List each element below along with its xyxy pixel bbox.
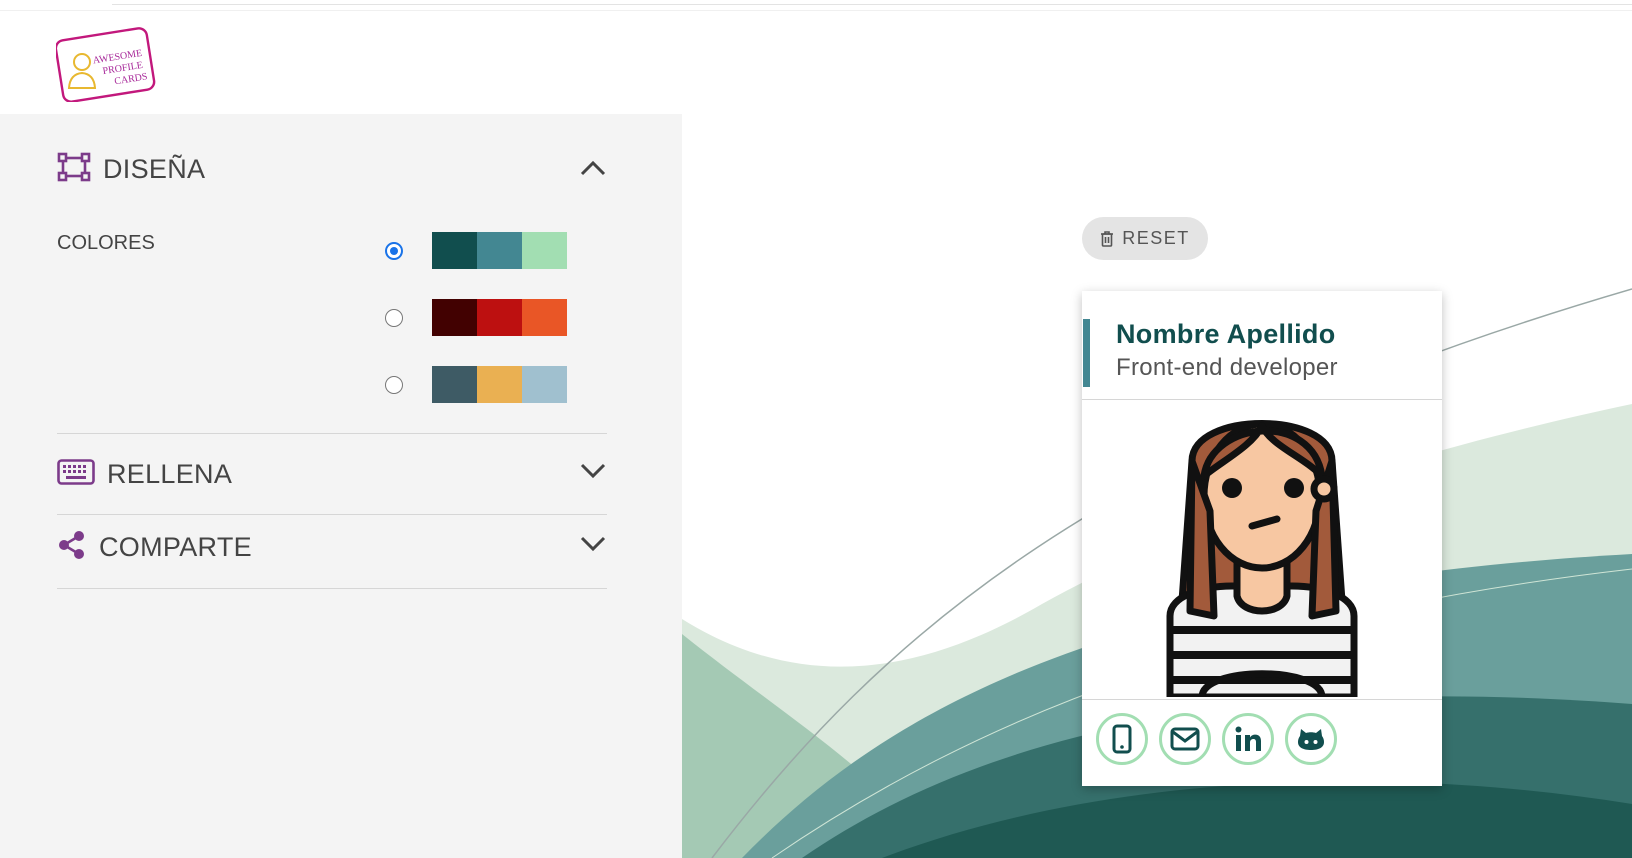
section-share-header[interactable]: COMPARTE [57,530,252,565]
social-links [1096,713,1348,765]
github-icon [1298,729,1324,750]
design-icon [57,152,91,187]
swatch [522,366,567,403]
github-button[interactable] [1285,713,1337,765]
section-fill-header[interactable]: RELLENA [57,459,232,490]
chevron-down-icon[interactable] [578,455,608,485]
card-divider [1082,699,1442,700]
swatch [522,232,567,269]
linkedin-icon [1235,726,1261,751]
section-design-header[interactable]: DISEÑA [57,152,205,187]
card-job: Front-end developer [1116,354,1338,381]
palette-option-1[interactable] [385,232,567,269]
card-accent-bar [1083,319,1090,387]
colors-label: COLORES [57,232,155,254]
palette-option-3[interactable] [385,366,567,403]
swatch [477,299,522,336]
section-share-title: COMPARTE [99,532,252,562]
trash-icon [1101,230,1114,247]
email-icon [1170,727,1200,751]
swatch [477,232,522,269]
palette-radio-2[interactable] [385,308,403,327]
card-name: Nombre Apellido [1116,319,1336,349]
phone-icon [1112,724,1132,754]
chevron-up-icon[interactable] [578,154,608,184]
section-fill-title: RELLENA [107,459,233,489]
share-icon [57,530,87,565]
swatch [432,366,477,403]
section-divider [57,433,607,434]
palette-radio-1[interactable] [385,241,403,260]
section-divider [57,514,607,515]
email-button[interactable] [1159,713,1211,765]
browser-edge-line [112,4,1632,5]
avatar [1162,401,1362,701]
palette-radio-3[interactable] [385,375,403,394]
linkedin-button[interactable] [1222,713,1274,765]
section-divider [57,588,607,589]
swatch [477,366,522,403]
chevron-down-icon[interactable] [578,528,608,558]
swatch [522,299,567,336]
keyboard-icon [57,459,95,490]
app-logo[interactable]: AWESOME PROFILE CARDS [54,26,156,103]
header-top-line [0,10,1632,11]
phone-button[interactable] [1096,713,1148,765]
profile-card: Nombre Apellido Front-end developer [1082,291,1442,786]
palette-option-2[interactable] [385,299,567,336]
reset-label: RESET [1122,228,1190,248]
swatch [432,232,477,269]
section-design-title: DISEÑA [103,154,206,184]
swatch [432,299,477,336]
card-divider [1082,399,1442,400]
reset-button[interactable]: RESET [1082,217,1208,260]
